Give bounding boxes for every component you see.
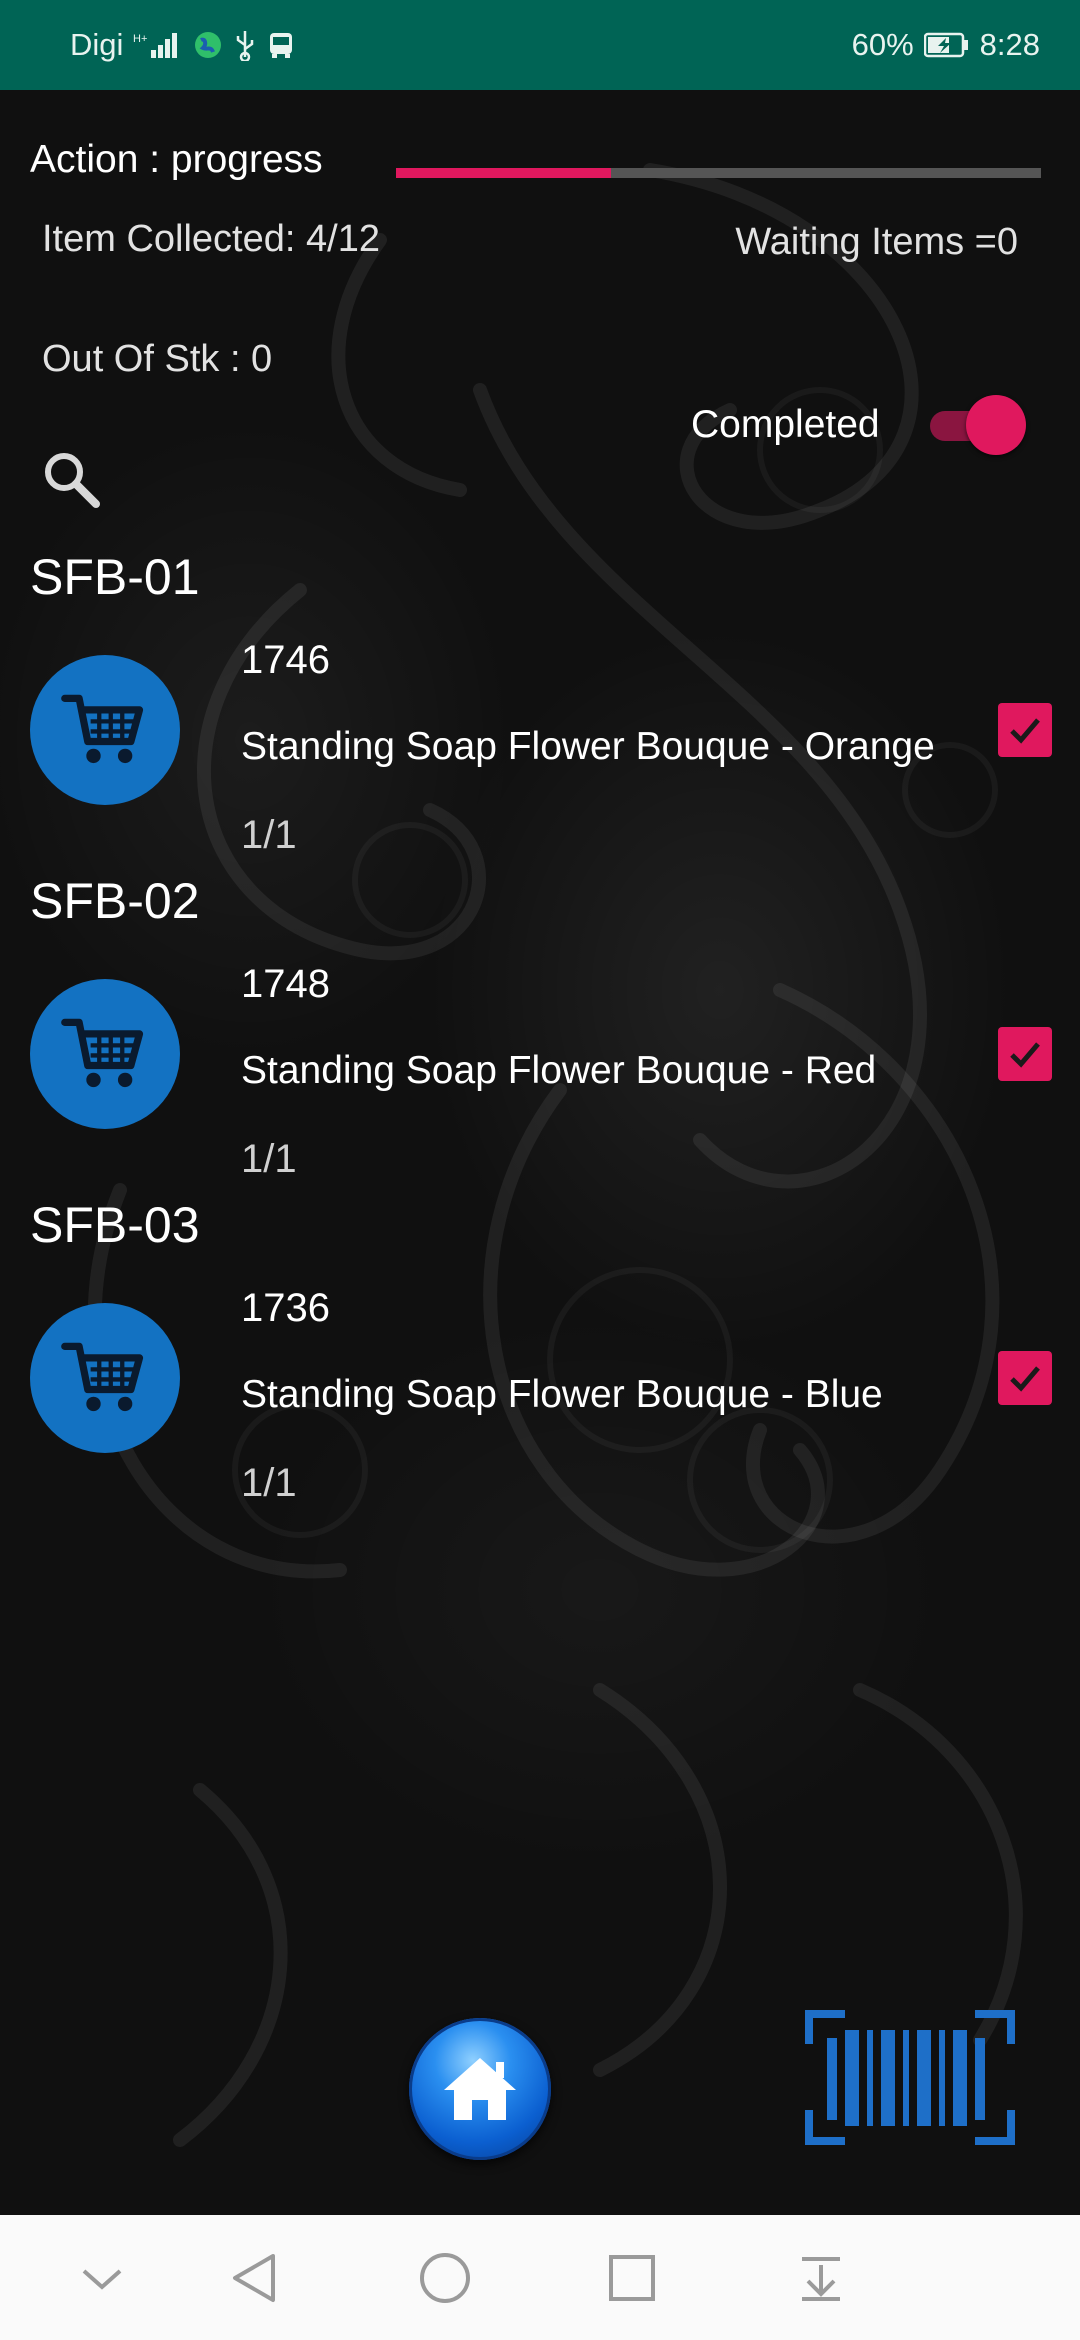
notification-pull-icon[interactable] [786,2245,856,2311]
system-nav-bar [0,2215,1080,2340]
item-code: 1746 [241,638,330,682]
item-name: Standing Soap Flower Bouque - Orange [241,725,935,768]
chevron-down-icon[interactable] [67,2245,137,2311]
completed-label: Completed [691,403,880,446]
item-quantity: 1/1 [241,1137,297,1181]
checkmark-icon [1010,718,1040,744]
item-code: 1736 [241,1286,330,1330]
signal-icon: H+ [133,30,183,60]
item-quantity: 1/1 [241,1461,297,1505]
progress-bar-fill [396,168,611,178]
item-name: Standing Soap Flower Bouque - Blue [241,1373,883,1416]
progress-bar [396,168,1041,178]
item-quantity: 1/1 [241,813,297,857]
item-checkbox[interactable] [998,703,1052,757]
checkmark-icon [1010,1042,1040,1068]
home-button[interactable] [409,2018,551,2160]
cart-button[interactable] [30,979,180,1129]
back-icon[interactable] [220,2245,290,2311]
usb-icon [233,29,257,61]
item-code: 1748 [241,962,330,1006]
barcode-scan-icon [805,2010,1015,2145]
item-checkbox[interactable] [998,1027,1052,1081]
group-title: SFB-03 [30,1197,200,1253]
home-circle-icon[interactable] [410,2245,480,2311]
action-status: Action : progress [30,138,323,181]
home-icon [444,2058,516,2120]
barcode-scan-button[interactable] [805,2010,1015,2145]
cart-button[interactable] [30,1303,180,1453]
item-name: Standing Soap Flower Bouque - Red [241,1049,877,1092]
item-checkbox[interactable] [998,1351,1052,1405]
completed-toggle[interactable] [930,395,1026,455]
recents-icon[interactable] [597,2245,667,2311]
group-title: SFB-01 [30,549,200,605]
group-title: SFB-02 [30,873,200,929]
battery-percent: 60% [851,27,914,62]
out-of-stock-count: Out Of Stk : 0 [42,338,273,380]
toggle-thumb [966,395,1026,455]
battery-charging-icon [923,32,970,58]
bus-icon [267,30,295,60]
damask-background [0,90,1080,2215]
cart-button[interactable] [30,655,180,805]
signal-label: H+ [133,33,147,45]
search-icon[interactable] [40,448,104,512]
clock: 8:28 [979,27,1040,62]
shopping-cart-icon [61,1018,144,1088]
checkmark-icon [1010,1366,1040,1392]
waiting-items-count: Waiting Items =0 [735,221,1018,263]
shopping-cart-icon [61,694,144,764]
status-bar: Digi H+ 60% 8:28 [0,0,1080,90]
item-collected-count: Item Collected: 4/12 [42,218,380,260]
globe-icon [193,30,223,60]
shopping-cart-icon [61,1342,144,1412]
carrier-name: Digi [70,27,124,62]
